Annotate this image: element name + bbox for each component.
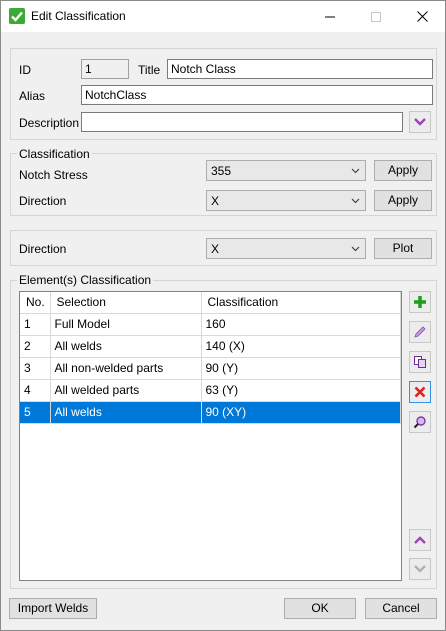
chevron-down-icon	[351, 168, 360, 174]
close-icon	[416, 11, 428, 22]
edit-button[interactable]	[409, 321, 431, 343]
pencil-icon	[414, 326, 426, 338]
row-classification: 90 (XY)	[201, 401, 401, 424]
minimize-button[interactable]	[307, 1, 353, 32]
column-header-selection[interactable]: Selection	[50, 292, 202, 314]
classification-group-label: Classification	[17, 147, 92, 161]
table-row[interactable]: 2 All welds 140 (X)	[20, 335, 401, 358]
row-selection: All welded parts	[50, 379, 202, 402]
grid-header: No. Selection Classification	[20, 292, 401, 314]
add-button[interactable]	[409, 291, 431, 313]
cancel-button[interactable]: Cancel	[365, 598, 437, 619]
chevron-down-icon	[414, 118, 426, 126]
table-row-selected[interactable]: 5 All welds 90 (XY)	[20, 401, 401, 424]
row-classification: 90 (Y)	[201, 357, 401, 380]
chevron-down-icon	[351, 198, 360, 204]
title-bar: Edit Classification	[1, 1, 445, 32]
find-button[interactable]	[409, 411, 431, 433]
row-selection: Full Model	[50, 313, 202, 336]
row-classification: 140 (X)	[201, 335, 401, 358]
id-field: 1	[81, 59, 129, 79]
elements-grid[interactable]: No. Selection Classification 1 Full Mode…	[19, 291, 402, 581]
title-label: Title	[138, 63, 161, 77]
edit-classification-dialog: Edit Classification ID 1 Title Notch Cla…	[0, 0, 446, 631]
alias-label: Alias	[19, 89, 46, 103]
chevron-up-icon	[414, 536, 426, 544]
chevron-down-icon	[414, 565, 426, 573]
apply-notch-stress-button[interactable]: Apply	[374, 160, 432, 181]
id-label: ID	[19, 63, 31, 77]
notch-stress-select[interactable]: 355	[206, 160, 366, 181]
classification-direction-label: Direction	[19, 194, 67, 208]
notch-stress-value: 355	[211, 164, 232, 178]
column-header-classification[interactable]: Classification	[201, 292, 401, 314]
classification-direction-value: X	[211, 194, 220, 208]
column-header-no[interactable]: No.	[20, 292, 51, 314]
move-up-button[interactable]	[409, 529, 431, 551]
maximize-button[interactable]	[353, 1, 399, 32]
row-classification: 63 (Y)	[201, 379, 401, 402]
chevron-down-icon	[351, 246, 360, 252]
import-welds-button[interactable]: Import Welds	[9, 598, 97, 619]
delete-button[interactable]	[409, 381, 431, 403]
description-field[interactable]	[81, 112, 403, 132]
row-selection: All welds	[50, 335, 202, 358]
apply-direction-button[interactable]: Apply	[374, 190, 432, 211]
plus-icon	[414, 296, 426, 308]
row-classification: 160	[201, 313, 401, 336]
plot-button[interactable]: Plot	[374, 238, 432, 259]
title-field[interactable]: Notch Class	[167, 59, 433, 79]
delete-icon	[414, 386, 426, 398]
table-row[interactable]: 1 Full Model 160	[20, 313, 401, 336]
ok-button[interactable]: OK	[284, 598, 356, 619]
plot-direction-label: Direction	[19, 242, 67, 256]
row-no: 1	[20, 313, 51, 336]
maximize-icon	[371, 11, 381, 22]
magnifier-icon	[413, 416, 426, 429]
notch-stress-label: Notch Stress	[19, 168, 88, 182]
table-row[interactable]: 3 All non-welded parts 90 (Y)	[20, 357, 401, 380]
row-no: 2	[20, 335, 51, 358]
checkmark-icon	[9, 8, 25, 24]
minimize-icon	[325, 16, 335, 17]
row-no: 3	[20, 357, 51, 380]
description-label: Description	[19, 116, 80, 130]
classification-direction-select[interactable]: X	[206, 190, 366, 211]
description-expand-button[interactable]	[409, 111, 431, 133]
table-row[interactable]: 4 All welded parts 63 (Y)	[20, 379, 401, 402]
move-down-button[interactable]	[409, 558, 431, 580]
elements-group-label: Element(s) Classification	[17, 273, 154, 287]
row-no: 5	[20, 401, 51, 424]
plot-direction-value: X	[211, 242, 220, 256]
close-button[interactable]	[399, 1, 445, 32]
copy-button[interactable]	[409, 351, 431, 373]
copy-icon	[414, 356, 426, 368]
window-title: Edit Classification	[31, 9, 126, 23]
row-selection: All welds	[50, 401, 202, 424]
row-selection: All non-welded parts	[50, 357, 202, 380]
row-no: 4	[20, 379, 51, 402]
plot-direction-select[interactable]: X	[206, 238, 366, 259]
alias-field[interactable]: NotchClass	[81, 85, 433, 105]
